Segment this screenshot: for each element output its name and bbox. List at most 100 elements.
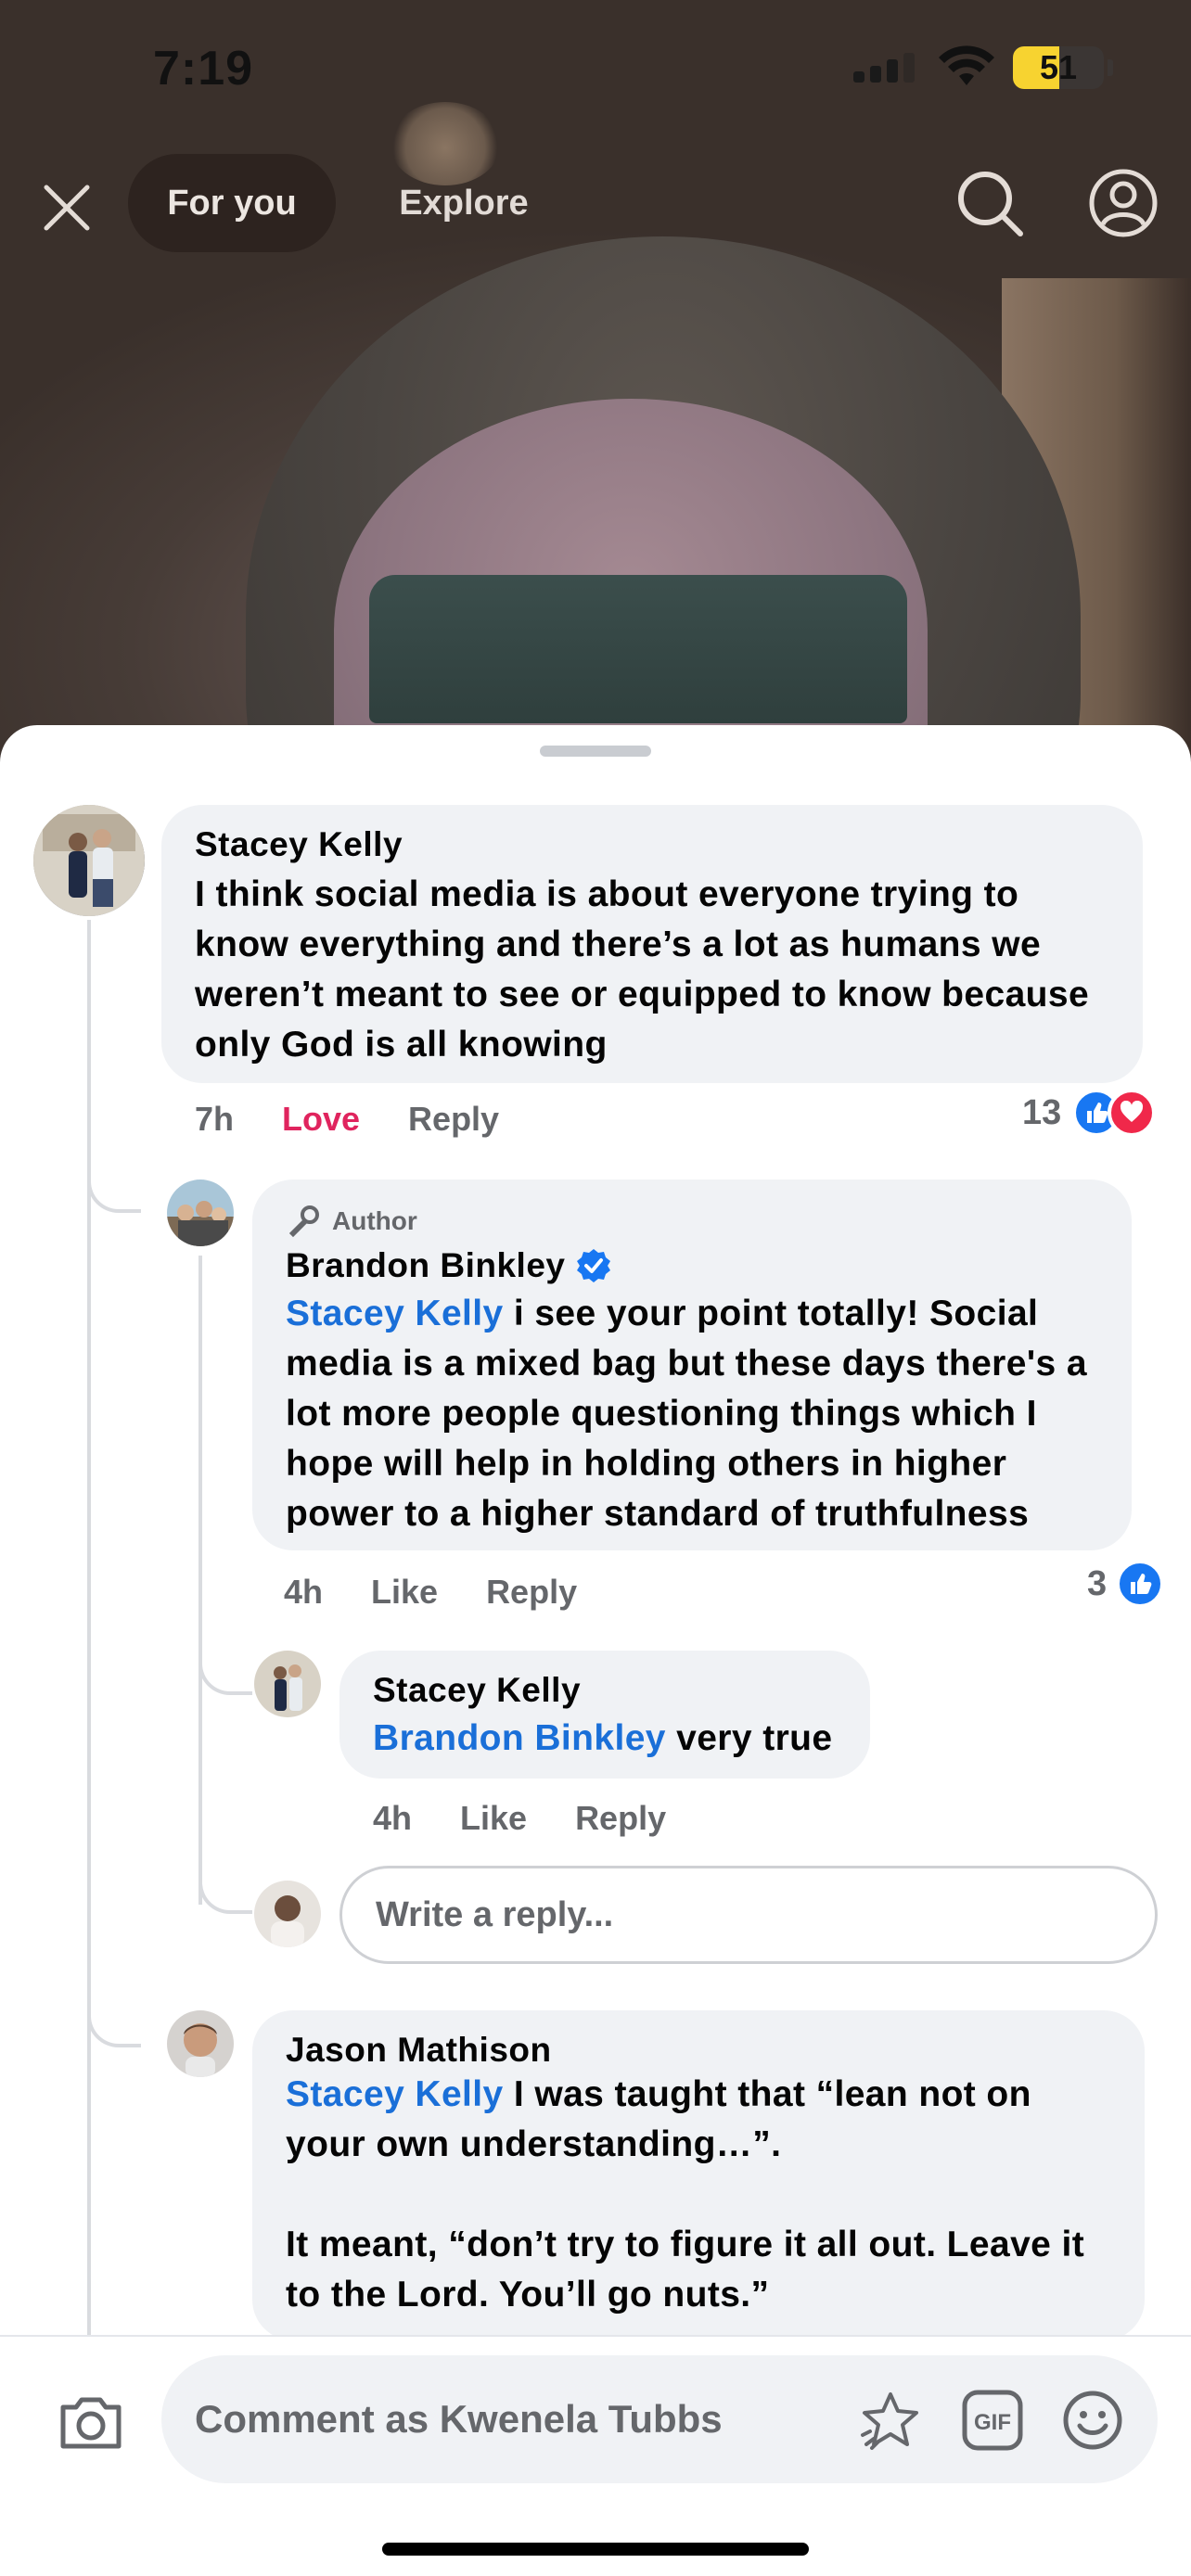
avatar[interactable]	[33, 805, 145, 916]
thread-connector	[87, 1180, 141, 1213]
cellular-signal-icon	[853, 51, 918, 83]
comment-text-line: I think social media is about everyone t…	[195, 874, 1019, 914]
mention-link[interactable]: Brandon Binkley	[373, 1718, 666, 1758]
like-button[interactable]: Like	[460, 1799, 527, 1838]
comment-text-line: lot more people questioning things which…	[286, 1394, 1037, 1434]
comment-text-line: It meant, “don’t try to figure it all ou…	[286, 2225, 1085, 2264]
comment-bubble[interactable]: Stacey Kelly I think social media is abo…	[161, 805, 1143, 1083]
battery-nub	[1108, 59, 1113, 76]
comments-sheet[interactable]: Stacey Kelly I think social media is abo…	[0, 725, 1191, 2576]
status-bar: 7:19 51	[0, 0, 1191, 139]
reaction-summary[interactable]: 3	[1087, 1560, 1165, 1608]
love-reaction-icon	[1108, 1089, 1157, 1137]
reply-button[interactable]: Reply	[486, 1573, 577, 1612]
profile-button[interactable]	[1087, 167, 1159, 239]
home-indicator[interactable]	[382, 2543, 809, 2556]
svg-text:GIF: GIF	[974, 2410, 1011, 2435]
comment-text-line: know everything and there’s a lot as hum…	[195, 925, 1042, 964]
thread-line	[198, 1256, 202, 1905]
avatar-photo	[167, 2010, 234, 2077]
verified-badge-icon	[576, 1249, 610, 1282]
thread-line	[87, 920, 91, 2524]
comment-text-line: your own understanding…”.	[286, 2124, 782, 2164]
comment-text-line: power to a higher standard of truthfulne…	[286, 1494, 1030, 1534]
comment-actions: 4h Like Reply	[284, 1573, 625, 1612]
comment-input-placeholder: Comment as Kwenela Tubbs	[195, 2397, 723, 2441]
comment-actions: 4h Like Reply	[373, 1799, 714, 1838]
emoji-icon[interactable]	[1061, 2389, 1124, 2452]
comment-author[interactable]: Stacey Kelly	[373, 1671, 581, 1710]
comment-text-line: media is a mixed bag but these days ther…	[286, 1344, 1087, 1384]
comment-author[interactable]: Jason Mathison	[286, 2031, 552, 2070]
reply-input-placeholder: Write a reply...	[376, 1894, 614, 1934]
comment-text-line: hope will help in holding others in high…	[286, 1444, 1007, 1484]
avatar[interactable]	[167, 1180, 234, 1246]
comment-timestamp: 7h	[195, 1100, 235, 1138]
battery-icon: 51	[1013, 46, 1104, 89]
profile-icon	[1089, 169, 1158, 237]
hat-strap	[369, 575, 907, 723]
wifi-icon	[939, 45, 994, 85]
comment-text-line: to the Lord. You’ll go nuts.”	[286, 2275, 770, 2315]
reply-input[interactable]: Write a reply...	[339, 1866, 1158, 1964]
drag-handle[interactable]	[540, 746, 651, 757]
comment-author[interactable]: Brandon Binkley	[286, 1246, 566, 1285]
comment-text-fragment: very true	[665, 1718, 833, 1758]
author-badge-label: Author	[332, 1206, 417, 1235]
comment-text-line: Stacey Kelly I was taught that “lean not…	[286, 2070, 1139, 2120]
comment-text: I think social media is about everyone t…	[195, 870, 1132, 1070]
author-badge: Author	[286, 1204, 417, 1239]
thread-connector	[87, 2014, 141, 2047]
comment-text-line: only God is all knowing	[195, 1025, 608, 1065]
microphone-icon	[288, 1205, 319, 1238]
comment-timestamp: 4h	[284, 1573, 324, 1611]
avatar[interactable]	[167, 2010, 234, 2077]
avatar-photo	[254, 1881, 321, 1947]
avatar-photo	[254, 1651, 321, 1717]
comment-text-fragment: I was taught that “lean not on	[503, 2074, 1031, 2114]
comment-actions: 7h Love Reply	[195, 1100, 547, 1139]
search-icon	[958, 172, 1023, 236]
thread-connector	[198, 1881, 252, 1914]
comment-text-fragment: i see your point totally! Social	[503, 1294, 1039, 1333]
avatar-photo	[167, 1180, 234, 1246]
status-time: 7:19	[153, 42, 254, 96]
comment-text: Stacey Kelly I was taught that “lean not…	[286, 2070, 1139, 2320]
reaction-count: 3	[1087, 1563, 1108, 1603]
avatar-photo	[33, 805, 145, 916]
comment-input[interactable]: Comment as Kwenela Tubbs GIF	[161, 2355, 1158, 2483]
camera-icon[interactable]	[56, 2387, 126, 2457]
gif-icon[interactable]: GIF	[961, 2389, 1024, 2452]
comment-bubble[interactable]: Jason Mathison Stacey Kelly I was taught…	[252, 2010, 1145, 2340]
reaction-summary[interactable]: 13	[1022, 1089, 1157, 1137]
search-button[interactable]	[954, 167, 1026, 239]
comment-text: Brandon Binkley very true	[373, 1714, 833, 1764]
tab-for-you[interactable]: For you	[128, 154, 336, 252]
reaction-count: 13	[1022, 1092, 1062, 1132]
thread-connector	[198, 1662, 252, 1695]
like-reaction-icon	[1116, 1560, 1165, 1608]
comment-text: Stacey Kelly i see your point totally! S…	[286, 1289, 1121, 1539]
like-button[interactable]: Like	[371, 1573, 438, 1612]
avatar[interactable]	[254, 1651, 321, 1717]
tab-explore[interactable]: Explore	[371, 154, 557, 252]
love-reaction-button[interactable]: Love	[282, 1100, 360, 1139]
close-icon	[44, 185, 90, 231]
comment-header: Brandon Binkley	[286, 1246, 612, 1285]
close-button[interactable]	[35, 176, 98, 239]
comment-bubble[interactable]: Stacey Kelly Brandon Binkley very true	[339, 1651, 870, 1779]
comment-author[interactable]: Stacey Kelly	[195, 825, 403, 864]
mention-link[interactable]: Stacey Kelly	[286, 2074, 504, 2114]
reply-button[interactable]: Reply	[408, 1100, 499, 1139]
comment-timestamp: 4h	[373, 1799, 413, 1837]
comment-text-line: weren’t meant to see or equipped to know…	[195, 975, 1090, 1014]
battery-percent: 51	[1039, 48, 1078, 86]
sticker-icon[interactable]	[859, 2389, 922, 2452]
comment-composer: Comment as Kwenela Tubbs GIF	[0, 2335, 1191, 2576]
comment-bubble[interactable]: Author Brandon Binkley Stacey Kelly i se…	[252, 1180, 1132, 1550]
comment-text-line: Stacey Kelly i see your point totally! S…	[286, 1289, 1121, 1339]
reply-button[interactable]: Reply	[575, 1799, 666, 1838]
mention-link[interactable]: Stacey Kelly	[286, 1294, 504, 1333]
current-user-avatar	[254, 1881, 321, 1947]
